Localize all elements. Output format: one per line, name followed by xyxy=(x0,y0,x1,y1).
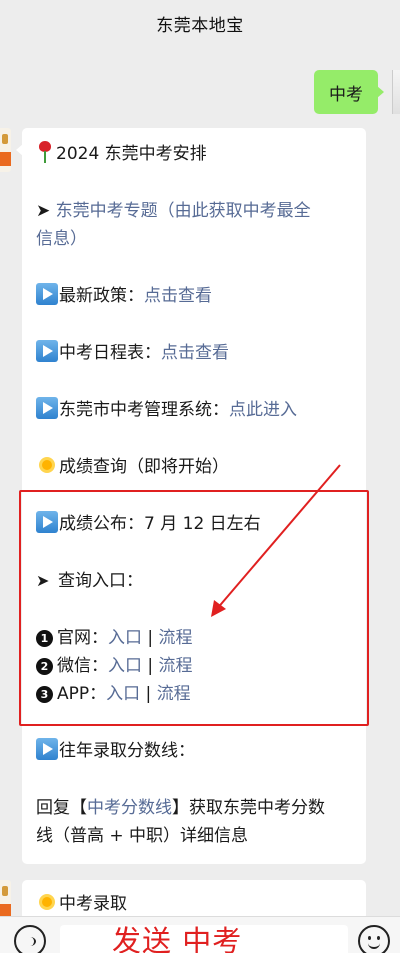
second-message-line: 中考录取 xyxy=(36,890,352,918)
sun-icon xyxy=(36,891,58,913)
arrow-icon: ➤ xyxy=(36,201,56,221)
send-instruction-overlay: 发送 中考 xyxy=(112,924,243,953)
reply-line-2-text: 线（普高 + 中职）详细信息 xyxy=(36,826,249,846)
user-message-text: 中考 xyxy=(329,84,363,105)
system-label: 东莞市中考管理系统： xyxy=(59,400,229,420)
voice-icon[interactable] xyxy=(14,925,46,953)
schedule-label: 中考日程表： xyxy=(59,343,161,363)
schedule-link[interactable]: 点击查看 xyxy=(161,343,229,363)
policy-link[interactable]: 点击查看 xyxy=(144,286,212,306)
score-query-line: 成绩查询（即将开始） xyxy=(36,453,352,481)
reply-keyword-link[interactable]: 中考分数线 xyxy=(87,798,172,818)
emoji-icon[interactable] xyxy=(358,925,390,953)
reply-prefix: 回复【 xyxy=(36,798,87,818)
bot-avatar[interactable] xyxy=(0,128,11,172)
topic-line: ➤ 东莞中考专题（由此获取中考最全 xyxy=(36,197,352,225)
heading-text: 2024 东莞中考安排 xyxy=(56,144,207,164)
heading-line: 2024 东莞中考安排 xyxy=(36,140,352,168)
reply-suffix: 】获取东莞中考分数 xyxy=(172,798,325,818)
play-icon xyxy=(36,340,58,362)
policy-label: 最新政策： xyxy=(59,286,144,306)
topic-link[interactable]: 东莞中考专题（由此获取中考最全 xyxy=(56,201,311,221)
play-icon xyxy=(36,738,58,760)
rose-icon xyxy=(36,140,54,164)
play-icon xyxy=(36,283,58,305)
user-avatar[interactable] xyxy=(392,70,400,114)
topic-line-2: 信息） xyxy=(36,225,352,253)
system-line: 东莞市中考管理系统：点此进入 xyxy=(36,396,352,424)
play-icon xyxy=(36,397,58,419)
nav-bar: 东莞本地宝 xyxy=(0,0,400,46)
sun-icon xyxy=(36,454,58,476)
chat-title: 东莞本地宝 xyxy=(156,15,244,36)
highlight-box xyxy=(19,490,369,726)
schedule-line: 中考日程表：点击查看 xyxy=(36,339,352,367)
system-link[interactable]: 点此进入 xyxy=(229,400,297,420)
policy-line: 最新政策：点击查看 xyxy=(36,282,352,310)
reply-line-2: 线（普高 + 中职）详细信息 xyxy=(36,822,352,850)
bot-message-bubble-2: 中考录取 xyxy=(22,880,366,920)
user-message-bubble[interactable]: 中考 xyxy=(314,70,384,114)
second-message-text: 中考录取 xyxy=(59,894,127,914)
past-scores-text: 往年录取分数线： xyxy=(59,741,195,761)
past-scores-line: 往年录取分数线： xyxy=(36,737,352,765)
reply-line: 回复【中考分数线】获取东莞中考分数 xyxy=(36,794,352,822)
score-query-text: 成绩查询（即将开始） xyxy=(59,457,229,477)
topic-link-2[interactable]: 信息） xyxy=(36,229,87,249)
